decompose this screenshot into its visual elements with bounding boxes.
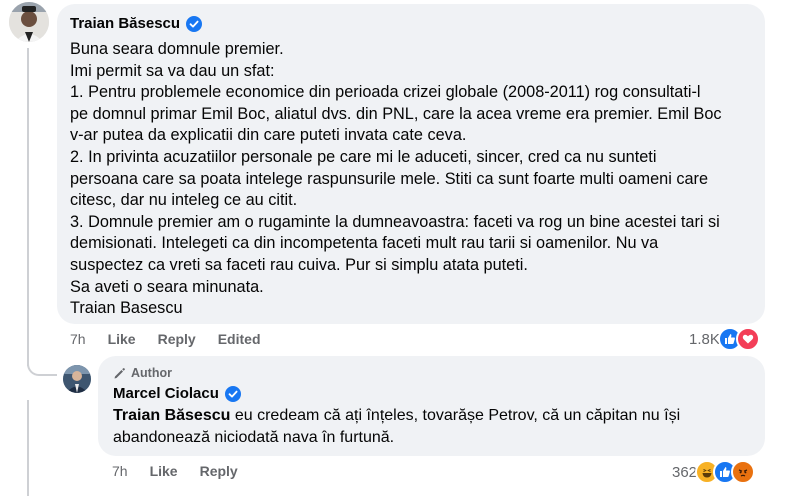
author-badge: Author: [113, 366, 751, 380]
angry-icon: [731, 460, 756, 484]
avatar-photo-icon: [63, 365, 91, 393]
reply-bubble: Author Marcel Ciolacu Traian Băsescu eu …: [98, 356, 765, 456]
reply-actions: 7h Like Reply: [112, 463, 260, 479]
thread-line-lower: [27, 400, 29, 496]
comment-line: Imi permit sa va dau un sfat:: [70, 61, 275, 80]
reply-text-line: abandonează niciodată nava în furtună.: [113, 429, 395, 446]
avatar-traian-basescu[interactable]: [9, 2, 49, 42]
comment-line: persoana care sa poata intelege raspunsu…: [70, 169, 709, 188]
avatar-marcel-ciolacu[interactable]: [63, 365, 91, 393]
reply-time[interactable]: 7h: [112, 463, 128, 479]
comment-line: 3. Domnule premier am o rugaminte la dum…: [70, 212, 720, 231]
pencil-icon: [114, 367, 125, 378]
comment-line: pe domnul primar Emil Boc, aliatul dvs. …: [70, 104, 722, 123]
comment-text: Buna seara domnule premier. Imi permit s…: [70, 39, 751, 320]
author-badge-label: Author: [131, 366, 172, 380]
comment-reactions[interactable]: 1.8K: [689, 327, 760, 351]
reply-reactions[interactable]: 362: [672, 460, 756, 484]
comment-author-name[interactable]: Traian Băsescu: [70, 14, 180, 33]
avatar-photo-icon: [9, 2, 49, 42]
comment-line: Traian Basescu: [70, 299, 183, 318]
reply-text: Traian Băsescu eu credeam că ați înțeles…: [113, 405, 751, 449]
comment-time[interactable]: 7h: [70, 331, 86, 347]
reaction-count[interactable]: 1.8K: [689, 331, 720, 348]
comment-line: Sa aveti o seara minunata.: [70, 277, 264, 296]
verified-badge-icon: [186, 15, 203, 32]
mention-link[interactable]: Traian Băsescu: [113, 407, 230, 424]
reply-button[interactable]: Reply: [200, 463, 238, 479]
comment-line: suspectez ca vreti sa faceti rau cuiva. …: [70, 255, 528, 274]
thread-line-curve: [27, 362, 57, 376]
comment-line: citesc, dar nu inteleg ce au citit.: [70, 191, 298, 210]
comment-line: 2. In privinta acuzatiilor personale pe …: [70, 147, 657, 166]
reply-author[interactable]: Marcel Ciolacu: [113, 384, 751, 403]
like-button[interactable]: Like: [150, 463, 178, 479]
reply-text-line: eu credeam că ați înțeles, tovarășe Petr…: [230, 407, 681, 424]
comment-actions: 7h Like Reply Edited: [70, 331, 283, 347]
comment-bubble: Traian Băsescu Buna seara domnule premie…: [57, 4, 765, 324]
edited-label[interactable]: Edited: [218, 331, 261, 347]
comment-line: demisionati. Intelegeti ca din incompete…: [70, 234, 659, 253]
verified-badge-icon: [224, 385, 241, 402]
comment-author[interactable]: Traian Băsescu: [70, 14, 751, 33]
comment-line: 1. Pentru problemele economice din perio…: [70, 83, 701, 102]
thread-line-vertical: [27, 48, 29, 366]
love-icon: [735, 327, 760, 351]
reply-button[interactable]: Reply: [158, 331, 196, 347]
comment-line: v-ar putea da explicatii din care puteti…: [70, 126, 467, 145]
reaction-count[interactable]: 362: [672, 464, 697, 481]
like-button[interactable]: Like: [108, 331, 136, 347]
reply-author-name[interactable]: Marcel Ciolacu: [113, 384, 219, 403]
comment-line: Buna seara domnule premier.: [70, 40, 284, 58]
